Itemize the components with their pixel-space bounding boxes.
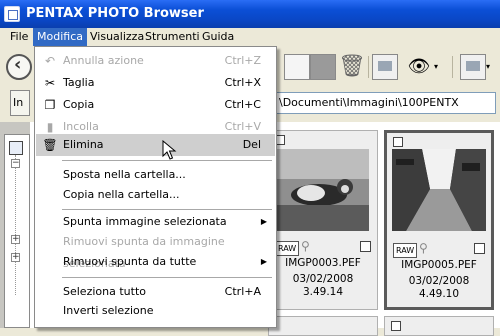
file-name: IMGP0005.PEF (401, 259, 477, 271)
protect-icon (393, 137, 403, 147)
menu-item-move-to-folder[interactable]: Sposta nella cartella... (36, 164, 275, 186)
trash-icon[interactable]: 🗑 (338, 54, 366, 80)
address-button[interactable]: In (10, 90, 30, 116)
trash-icon: 🗑 (42, 138, 58, 152)
menu-bar: File Modifica Visualizza Strumenti Guida (0, 28, 500, 47)
menu-item-label: Copia (63, 98, 95, 111)
paste-doc-icon[interactable] (310, 54, 336, 80)
copy-doc-icon[interactable] (284, 54, 310, 80)
pin-icon: ⚲ (301, 239, 310, 253)
edit-menu-dropdown: ↶ Annulla azione Ctrl+Z ✂ Taglia Ctrl+X … (34, 46, 277, 328)
tree-line (15, 155, 17, 295)
menu-item-label: Copia nella cartella... (63, 188, 180, 201)
app-icon (4, 6, 20, 22)
expand-icon[interactable]: + (11, 235, 20, 244)
menu-item-shortcut: Ctrl+X (224, 76, 261, 89)
paste-icon: ▮ (46, 120, 54, 134)
file-time: 4.49.10 (418, 288, 460, 300)
menu-modifica[interactable]: Modifica (33, 28, 87, 46)
menu-item-check-selected[interactable]: Spunta immagine selezionata ▶ (36, 211, 275, 233)
scissors-icon: ✂ (44, 76, 56, 90)
window-title: PENTAX PHOTO Browser (26, 6, 204, 21)
submenu-arrow-icon: ▶ (260, 257, 267, 266)
checkbox[interactable] (474, 243, 485, 254)
menu-item-label: Inverti selezione (63, 304, 154, 317)
menu-item-copy-to-folder[interactable]: Copia nella cartella... (36, 184, 275, 206)
menu-guida[interactable]: Guida (198, 28, 238, 46)
menu-item-label: Sposta nella cartella... (63, 168, 186, 181)
menu-visualizza[interactable]: Visualizza (86, 28, 148, 46)
dropdown-icon[interactable]: ▾ (434, 54, 460, 80)
menu-file[interactable]: File (6, 28, 32, 46)
menu-separator (62, 209, 272, 210)
raw-badge: RAW (393, 243, 418, 258)
mouse-pointer-icon (162, 140, 177, 160)
checkbox[interactable] (360, 241, 371, 252)
thumbnail-card[interactable] (384, 316, 494, 336)
thumbnail-card[interactable] (268, 316, 378, 336)
file-name: IMGP0003.PEF (285, 257, 361, 269)
back-icon[interactable] (6, 54, 32, 80)
photo-alley (392, 149, 486, 231)
computer-icon[interactable] (9, 141, 23, 155)
title-bar: PENTAX PHOTO Browser (0, 0, 500, 28)
raw-badge: RAW (275, 241, 300, 256)
menu-item-label: Elimina (63, 138, 104, 151)
toolbar-separator (368, 56, 369, 78)
layers-icon[interactable] (460, 54, 486, 80)
menu-item-cut[interactable]: ✂ Taglia Ctrl+X (36, 72, 275, 94)
menu-item-label: Spunta immagine selezionata (63, 215, 227, 228)
menu-item-uncheck-selected[interactable]: Rimuovi spunta da immagine selezionata (36, 231, 275, 270)
menu-item-delete[interactable]: 🗑 Elimina Del (36, 134, 275, 156)
menu-separator (62, 277, 272, 278)
image-frame-icon[interactable] (372, 54, 398, 80)
collapse-icon[interactable]: − (11, 159, 20, 168)
thumbnail-card[interactable]: RAW ⚲ IMGP0003.PEF 03/02/2008 3.49.14 (268, 130, 378, 310)
menu-item-label: Taglia (63, 76, 95, 89)
dropdown-icon[interactable]: ▾ (486, 54, 500, 80)
thumbnail-card-selected[interactable]: RAW ⚲ IMGP0005.PEF 03/02/2008 4.49.10 (384, 130, 494, 310)
file-date: 03/02/2008 (408, 275, 470, 287)
menu-item-uncheck-all[interactable]: Rimuovi spunta da tutte ▶ (36, 251, 275, 273)
file-time: 3.49.14 (302, 286, 344, 298)
copy-icon: ❐ (44, 98, 56, 112)
pin-icon: ⚲ (419, 241, 428, 255)
submenu-arrow-icon: ▶ (260, 217, 267, 226)
photo-cat (275, 149, 369, 231)
menu-item-shortcut: Del (242, 138, 261, 151)
menu-item-label: Annulla azione (63, 54, 144, 67)
folder-tree[interactable]: − + + (4, 134, 30, 328)
undo-icon: ↶ (44, 54, 56, 68)
menu-item-shortcut: Ctrl+Z (224, 54, 261, 67)
menu-item-copy[interactable]: ❐ Copia Ctrl+C (36, 94, 275, 116)
menu-item-shortcut: Ctrl+C (224, 98, 261, 111)
menu-strumenti[interactable]: Strumenti (141, 28, 204, 46)
protect-icon (391, 321, 401, 331)
path-field[interactable]: \Documenti\Immagini\100PENTX (272, 92, 496, 114)
toolbar-separator (452, 56, 453, 78)
menu-item-label: Rimuovi spunta da tutte (63, 255, 197, 268)
menu-item-undo[interactable]: ↶ Annulla azione Ctrl+Z (36, 50, 275, 72)
file-date: 03/02/2008 (292, 273, 354, 285)
eye-icon[interactable]: 👁 (406, 54, 432, 80)
menu-item-invert-selection[interactable]: Inverti selezione (36, 300, 275, 322)
expand-icon[interactable]: + (11, 253, 20, 262)
